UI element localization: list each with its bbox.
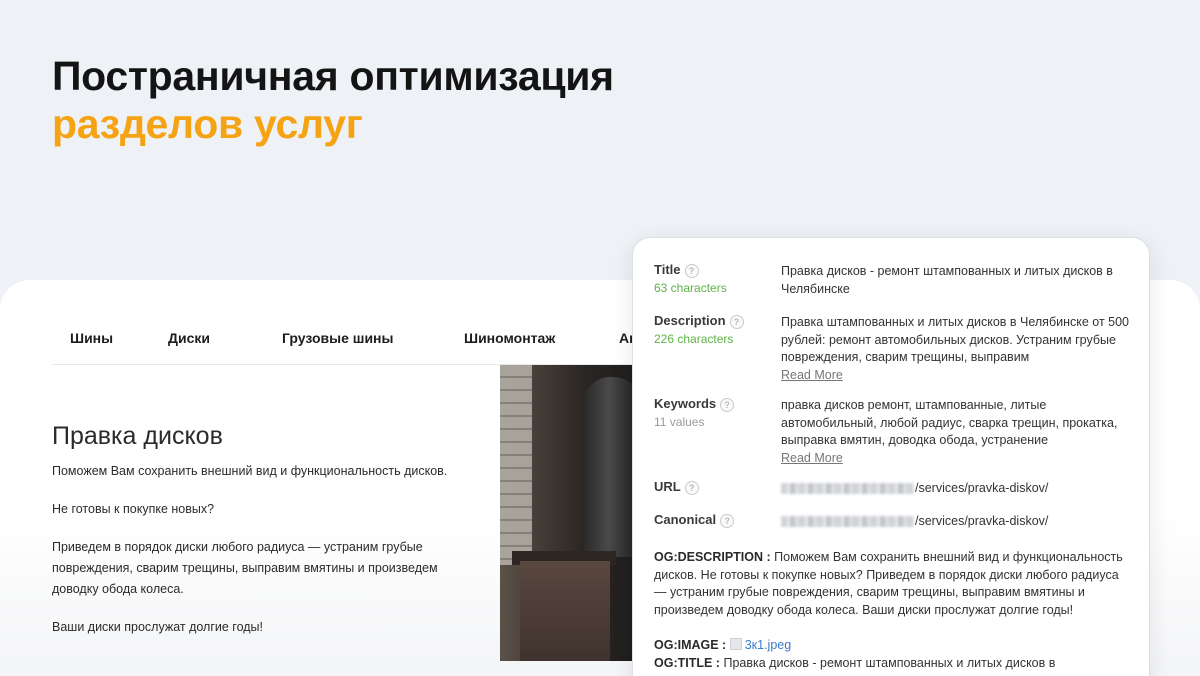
- meta-description-count: 226 characters: [654, 332, 734, 346]
- help-icon[interactable]: ?: [684, 480, 699, 495]
- help-icon[interactable]: ?: [720, 397, 735, 412]
- meta-keywords-value: правка дисков ремонт, штампованные, литы…: [781, 398, 1118, 447]
- redacted-domain: [781, 516, 914, 528]
- og-title-value: Правка дисков - ремонт штампованных и ли…: [723, 656, 1056, 670]
- meta-title-value: Правка дисков - ремонт штампованных и ли…: [781, 264, 1113, 296]
- meta-url-path[interactable]: /services/pravka-diskov/: [915, 481, 1048, 495]
- og-image: OG:IMAGE : 3к1.jpeg: [654, 637, 1131, 655]
- help-icon[interactable]: ?: [720, 513, 735, 528]
- redacted-domain: [781, 483, 914, 495]
- read-more-link[interactable]: Read More: [781, 450, 1136, 468]
- meta-canonical-label: Canonical: [654, 512, 717, 527]
- paragraph: Поможем Вам сохранить внешний вид и функ…: [52, 464, 448, 478]
- site-nav: Шины Диски Грузовые шины Шиномонтаж Ак: [52, 280, 652, 365]
- workshop-photo: [500, 365, 640, 661]
- hero-title-line2: разделов услуг: [52, 101, 363, 147]
- meta-keywords-label: Keywords: [654, 396, 717, 411]
- og-image-link[interactable]: 3к1.jpeg: [745, 638, 791, 652]
- meta-keywords-count: 11 values: [654, 415, 705, 429]
- paragraph: Приведем в порядок диски любого радиуса …: [52, 540, 438, 596]
- read-more-link[interactable]: Read More: [781, 367, 1136, 385]
- nav-item-wheels[interactable]: Диски: [168, 330, 210, 346]
- meta-description-label: Description: [654, 313, 726, 328]
- og-description-label: OG:DESCRIPTION :: [654, 550, 771, 564]
- og-description: OG:DESCRIPTION : Поможем Вам сохранить в…: [654, 549, 1131, 619]
- meta-canonical-path[interactable]: /services/pravka-diskov/: [915, 514, 1048, 528]
- meta-canonical-row: Canonical? /services/pravka-diskov/: [654, 512, 1131, 534]
- og-title: OG:TITLE : Правка дисков - ремонт штампо…: [654, 655, 1131, 673]
- nav-item-truck-tires[interactable]: Грузовые шины: [282, 330, 393, 346]
- og-title-label: OG:TITLE :: [654, 656, 720, 670]
- page-heading: Правка дисков: [52, 422, 223, 450]
- paragraph: Не готовы к покупке новых?: [52, 502, 215, 516]
- meta-description-row: Description? 226 characters Правка штамп…: [654, 313, 1131, 383]
- image-icon: [729, 638, 742, 650]
- og-image-label: OG:IMAGE :: [654, 638, 727, 652]
- meta-title-label: Title: [654, 262, 681, 277]
- page-content: Правка дисков Поможем Вам сохранить внеш…: [52, 422, 472, 655]
- hero-title-line1: Постраничная оптимизация: [52, 53, 614, 99]
- hero: Постраничная оптимизация разделов услуг: [52, 52, 614, 148]
- help-icon[interactable]: ?: [729, 314, 744, 329]
- meta-title-row: Title? 63 characters Правка дисков - рем…: [654, 262, 1131, 302]
- meta-description-value: Правка штампованных и литых дисков в Чел…: [781, 315, 1130, 364]
- nav-item-tire-service[interactable]: Шиномонтаж: [464, 330, 555, 346]
- meta-keywords-row: Keywords? 11 values правка дисков ремонт…: [654, 396, 1131, 466]
- meta-url-label: URL: [654, 479, 681, 494]
- meta-title-count: 63 characters: [654, 281, 727, 295]
- paragraph: Ваши диски прослужат долгие годы!: [52, 620, 264, 634]
- nav-item-tires[interactable]: Шины: [70, 330, 113, 346]
- help-icon[interactable]: ?: [684, 263, 699, 278]
- seo-meta-panel: Title? 63 characters Правка дисков - рем…: [632, 237, 1150, 676]
- meta-url-row: URL? /services/pravka-diskov/: [654, 479, 1131, 501]
